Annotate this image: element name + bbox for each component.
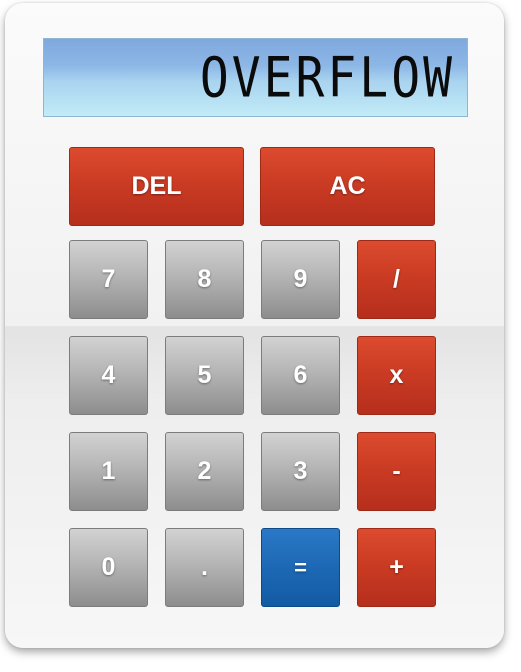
digit-5-button[interactable]: 5: [165, 336, 244, 415]
digit-0-button[interactable]: 0: [69, 528, 148, 607]
equals-button[interactable]: =: [261, 528, 340, 607]
digit-3-button[interactable]: 3: [261, 432, 340, 511]
digit-2-button[interactable]: 2: [165, 432, 244, 511]
add-button[interactable]: +: [357, 528, 436, 607]
decimal-point-button[interactable]: .: [165, 528, 244, 607]
divide-button[interactable]: /: [357, 240, 436, 319]
all-clear-button[interactable]: AC: [260, 147, 435, 226]
display-value: OVERFLOW: [199, 45, 455, 110]
digit-1-button[interactable]: 1: [69, 432, 148, 511]
delete-button[interactable]: DEL: [69, 147, 244, 226]
digit-9-button[interactable]: 9: [261, 240, 340, 319]
calculator-display: OVERFLOW: [43, 38, 468, 117]
subtract-button[interactable]: -: [357, 432, 436, 511]
digit-6-button[interactable]: 6: [261, 336, 340, 415]
digit-7-button[interactable]: 7: [69, 240, 148, 319]
digit-4-button[interactable]: 4: [69, 336, 148, 415]
digit-8-button[interactable]: 8: [165, 240, 244, 319]
multiply-button[interactable]: x: [357, 336, 436, 415]
